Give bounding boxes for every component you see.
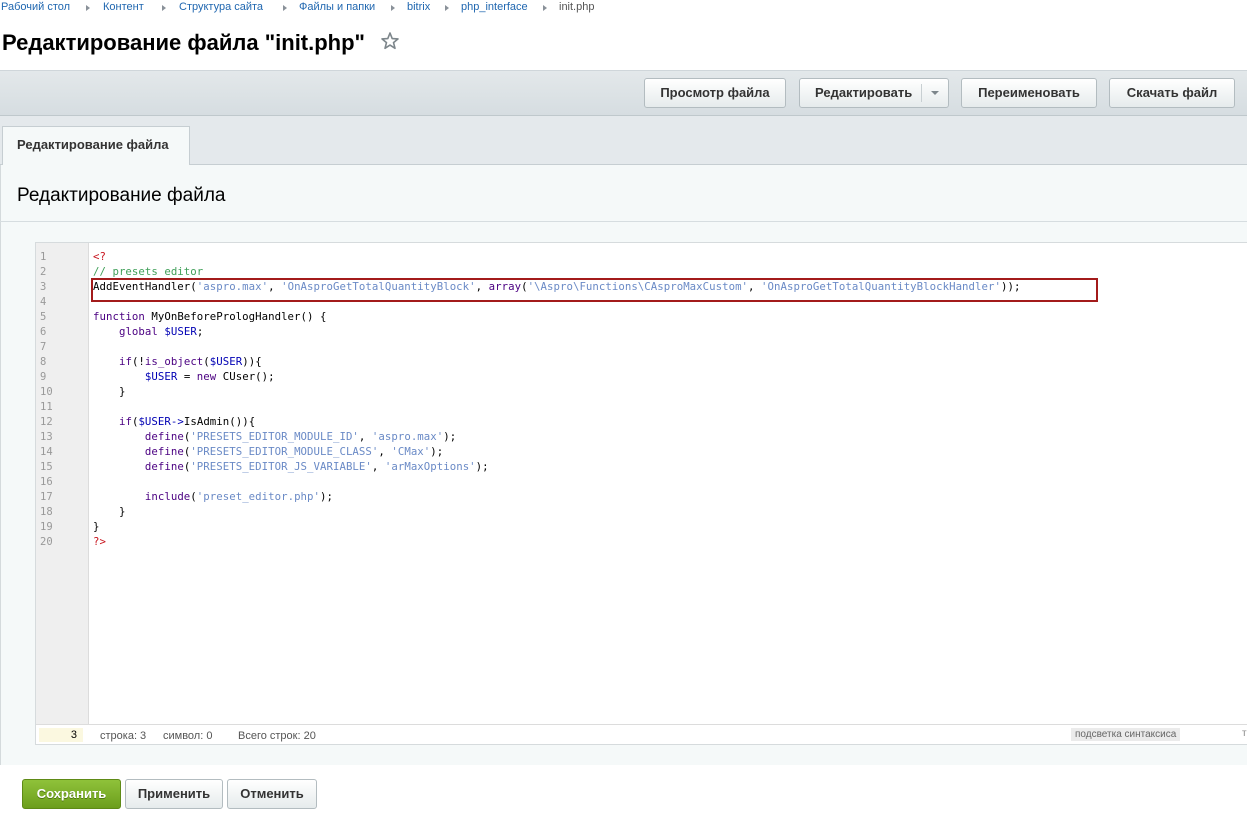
breadcrumb-item-php-interface[interactable]: php_interface — [461, 1, 528, 13]
line-number: 4 — [40, 296, 47, 308]
line-number: 1 — [40, 251, 47, 263]
save-button[interactable]: Сохранить — [22, 779, 121, 809]
chevron-right-icon — [86, 5, 90, 11]
breadcrumb-item-content[interactable]: Контент — [103, 1, 144, 13]
code-line: ?> — [93, 535, 106, 548]
line-number: 9 — [40, 371, 47, 383]
line-number: 7 — [40, 341, 47, 353]
status-edge-text: т — [1242, 728, 1247, 739]
rename-button[interactable]: Переименовать — [961, 78, 1097, 108]
code-line: if(!is_object($USER)){ — [118, 355, 262, 368]
status-line: строка: 3 — [100, 730, 147, 742]
line-number: 2 — [40, 266, 47, 278]
edit-dropdown-button[interactable]: Редактировать — [799, 78, 949, 108]
code-line: // presets editor — [93, 265, 204, 278]
chevron-right-icon — [391, 5, 395, 11]
line-number: 14 — [40, 446, 53, 458]
line-number: 3 — [40, 281, 47, 293]
status-total-lines: Всего строк: 20 — [238, 730, 316, 742]
code-editor[interactable]: 1 2 3 4 5 6 7 8 9 10 11 12 13 14 15 16 1… — [35, 242, 1247, 745]
code-line: include('preset_editor.php'); — [144, 490, 333, 503]
breadcrumb-item-files[interactable]: Файлы и папки — [299, 1, 375, 13]
form-actions: Сохранить Применить Отменить — [0, 765, 1247, 825]
toolbar: Просмотр файла Редактировать Переименова… — [0, 70, 1247, 116]
chevron-right-icon — [162, 5, 166, 11]
button-divider — [921, 84, 922, 102]
breadcrumb-item-desktop[interactable]: Рабочий стол — [1, 1, 70, 13]
code-line: define('PRESETS_EDITOR_MODULE_ID', 'aspr… — [144, 430, 457, 443]
code-line: define('PRESETS_EDITOR_MODULE_CLASS', 'C… — [144, 445, 444, 458]
code-line: define('PRESETS_EDITOR_JS_VARIABLE', 'ar… — [144, 460, 489, 473]
code-line: } — [93, 385, 126, 398]
apply-button[interactable]: Применить — [125, 779, 223, 809]
current-line-indicator: 3 — [39, 728, 83, 742]
view-file-button[interactable]: Просмотр файла — [644, 78, 786, 108]
line-number: 12 — [40, 416, 53, 428]
line-number: 17 — [40, 491, 53, 503]
code-line: <? — [93, 250, 106, 263]
breadcrumb-item-bitrix[interactable]: bitrix — [407, 1, 430, 13]
breadcrumb-item-current: init.php — [559, 1, 595, 13]
download-file-button[interactable]: Скачать файл — [1109, 78, 1235, 108]
line-number: 5 — [40, 311, 47, 323]
breadcrumb-item-site-structure[interactable]: Структура сайта — [179, 1, 263, 13]
line-number: 16 — [40, 476, 53, 488]
tab-edit-file[interactable]: Редактирование файла — [2, 126, 190, 165]
status-symbol: символ: 0 — [163, 730, 213, 742]
divider — [0, 221, 1247, 222]
chevron-right-icon — [283, 5, 287, 11]
chevron-right-icon — [543, 5, 547, 11]
chevron-right-icon — [445, 5, 449, 11]
selection-highlight-box — [91, 278, 1098, 302]
cancel-button[interactable]: Отменить — [227, 779, 317, 809]
code-line: function MyOnBeforePrologHandler() { — [93, 310, 327, 323]
line-number-gutter: 1 2 3 4 5 6 7 8 9 10 11 12 13 14 15 16 1… — [36, 243, 89, 724]
line-number: 13 — [40, 431, 53, 443]
star-icon[interactable] — [380, 31, 400, 51]
line-number: 6 — [40, 326, 47, 338]
section-title: Редактирование файла — [17, 185, 226, 206]
tab-strip: Редактирование файла — [0, 116, 1247, 165]
page-title: Редактирование файла "init.php" — [2, 30, 365, 55]
line-number: 20 — [40, 536, 53, 548]
syntax-highlight-toggle[interactable]: подсветка синтаксиса — [1071, 728, 1181, 741]
code-line: if($USER->IsAdmin()){ — [118, 415, 256, 428]
line-number: 15 — [40, 461, 53, 473]
editor-status-bar: 3 строка: 3 символ: 0 Всего строк: 20 по… — [36, 724, 1247, 744]
code-line: global $USER; — [118, 325, 204, 338]
line-number: 19 — [40, 521, 53, 533]
chevron-down-icon — [931, 91, 939, 95]
line-number: 8 — [40, 356, 47, 368]
code-line: } — [93, 505, 126, 518]
line-number: 18 — [40, 506, 53, 518]
code-line: } — [93, 520, 100, 533]
edit-button-label: Редактировать — [815, 85, 913, 100]
line-number: 10 — [40, 386, 53, 398]
line-number: 11 — [40, 401, 53, 413]
code-line: $USER = new CUser(); — [144, 370, 275, 383]
